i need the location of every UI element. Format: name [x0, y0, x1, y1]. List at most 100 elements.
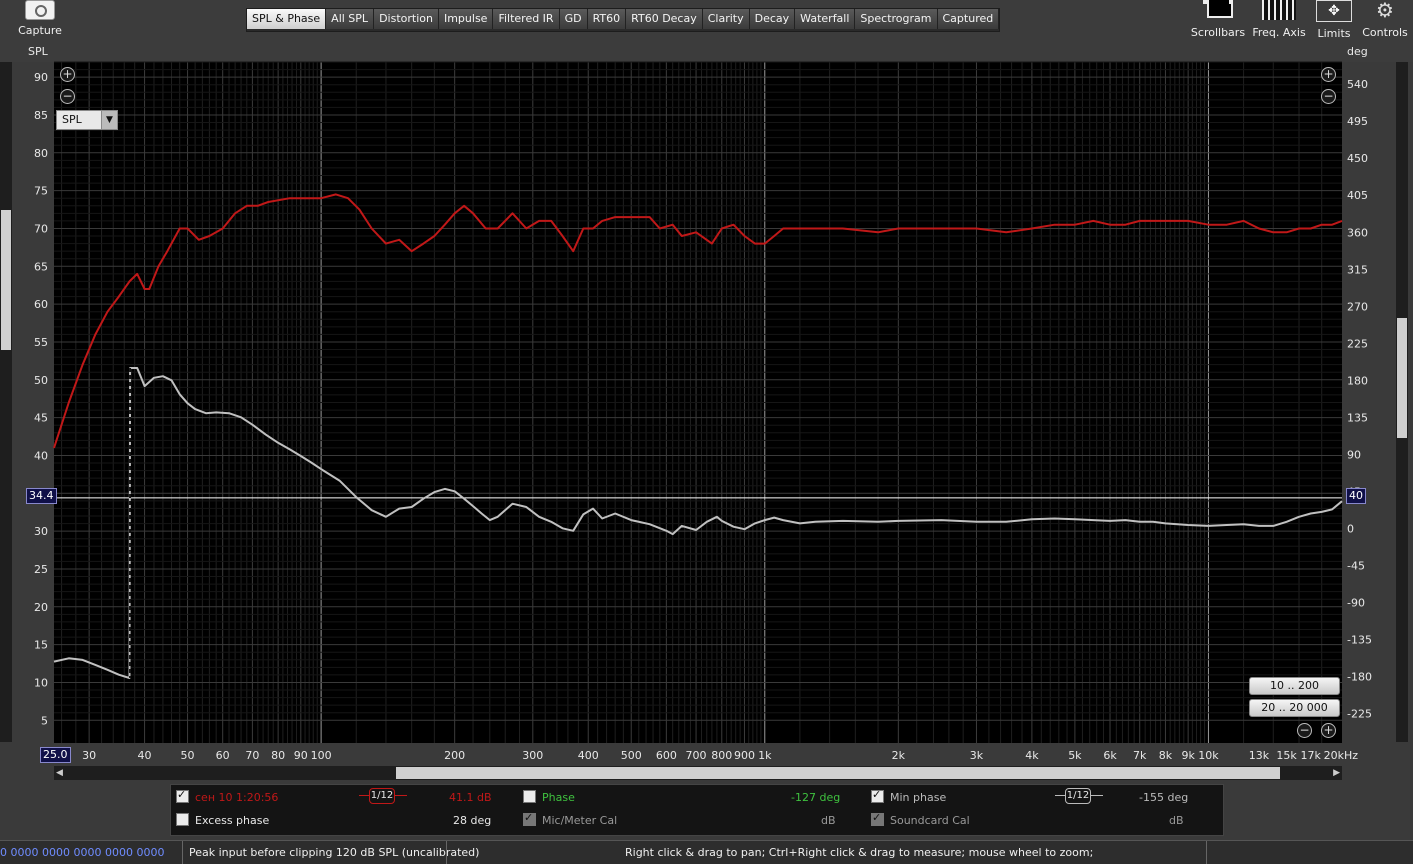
x-tick-label: 600	[656, 749, 677, 762]
y-tick-label-right: 360	[1347, 226, 1368, 239]
x-tick-label: 60	[216, 749, 230, 762]
scroll-right-arrow-icon[interactable]: ▶	[1333, 766, 1340, 780]
cursor-value-right: 40	[1346, 488, 1366, 504]
status-divider	[1206, 841, 1207, 864]
y-tick-label-left: 40	[34, 449, 48, 462]
y-tick-label-right: -225	[1347, 707, 1372, 720]
zoom-out-left-icon[interactable]: −	[60, 89, 75, 104]
y-tick-label-left: 45	[34, 412, 48, 425]
excess-phase-value: 28 deg	[453, 814, 492, 827]
phase-label[interactable]: Phase	[542, 791, 575, 804]
status-bar: 0 0000 0000 0000 0000 0000 Peak input be…	[0, 840, 1413, 864]
y-tick-label-right: 90	[1347, 448, 1361, 461]
min-phase-value: -155 deg	[1139, 791, 1189, 804]
x-tick-label: 6k	[1103, 749, 1117, 762]
soundcard-cal-label[interactable]: Soundcard Cal	[890, 814, 970, 827]
mic-cal-unit: dB	[821, 814, 836, 827]
y-tick-label-left: 25	[34, 563, 48, 576]
y-tick-label-left: 70	[34, 222, 48, 235]
zoom-out-right-icon[interactable]: −	[1321, 89, 1336, 104]
x-tick-label: 3k	[970, 749, 984, 762]
x-tick-label: 17k	[1300, 749, 1321, 762]
mouse-hint: Right click & drag to pan; Ctrl+Right cl…	[625, 846, 1094, 859]
horizontal-scroll-thumb[interactable]	[396, 767, 1280, 779]
x-tick-label: 300	[522, 749, 543, 762]
y-tick-label-right: 135	[1347, 411, 1368, 424]
y-tick-label-right: 225	[1347, 337, 1368, 350]
y-tick-label-right: -135	[1347, 633, 1372, 646]
y-tick-label-right: -180	[1347, 670, 1372, 683]
y-tick-label-left: 5	[41, 714, 48, 727]
mic-cal-label[interactable]: Mic/Meter Cal	[542, 814, 617, 827]
zoom-in-left-icon[interactable]: +	[60, 67, 75, 82]
trace1-checkbox[interactable]	[176, 788, 189, 803]
curve-selector-value: SPL	[62, 113, 82, 126]
y-tick-label-left: 80	[34, 147, 48, 160]
x-tick-label: 50	[181, 749, 195, 762]
status-divider	[182, 841, 183, 864]
y-tick-label-right: 180	[1347, 374, 1368, 387]
y-tick-label-right: 540	[1347, 78, 1368, 91]
soundcard-cal-checkbox[interactable]	[871, 811, 884, 826]
peak-input-status: Peak input before clipping 120 dB SPL (u…	[189, 846, 480, 859]
y-tick-label-left: 65	[34, 260, 48, 273]
y-tick-label-right: 270	[1347, 300, 1368, 313]
x-tick-label: 4k	[1025, 749, 1039, 762]
smoothing-2-value: 1/12	[1065, 788, 1091, 804]
x-tick-label: 10k	[1198, 749, 1219, 762]
x-tick-label: 40	[138, 749, 152, 762]
smoothing-selector-1[interactable]: 1/12	[359, 788, 407, 804]
x-tick-label: 9k	[1181, 749, 1195, 762]
y-tick-label-left: 90	[34, 71, 48, 84]
x-tick-label: 7k	[1133, 749, 1147, 762]
x-tick-label: 400	[578, 749, 599, 762]
x-tick-label: 30	[82, 749, 96, 762]
smoothing-selector-2[interactable]: 1/12	[1055, 788, 1103, 804]
x-tick-label: 1k	[758, 749, 772, 762]
x-tick-label: 500	[621, 749, 642, 762]
x-tick-label: 13k	[1249, 749, 1270, 762]
y-tick-label-right: 450	[1347, 152, 1368, 165]
phase-checkbox[interactable]	[523, 790, 536, 803]
y-tick-label-left: 50	[34, 374, 48, 387]
y-tick-label-left: 85	[34, 109, 48, 122]
x-tick-label: 90	[294, 749, 308, 762]
x-ticks: 30 40 50 60 70 80 90 100 200 300 400 500 600 700 800 90…	[82, 749, 1358, 762]
y-tick-label-left: 55	[34, 336, 48, 349]
smoothing-1-value: 1/12	[369, 788, 395, 804]
y-tick-label-right: 405	[1347, 189, 1368, 202]
y-tick-label-left: 10	[34, 676, 48, 689]
x-tick-label: 15k	[1276, 749, 1297, 762]
x-tick-label: 700	[686, 749, 707, 762]
x-tick-label: 900	[734, 749, 755, 762]
excess-phase-checkbox[interactable]	[176, 813, 189, 826]
curve-selector[interactable]: SPL ▼	[56, 110, 118, 130]
spl-phase-chart[interactable]: 51015202530354045505560657075808590 -225…	[0, 0, 1413, 863]
scroll-left-arrow-icon[interactable]: ◀	[56, 766, 63, 780]
zoom-in-right-icon[interactable]: +	[1321, 67, 1336, 82]
trace1-name[interactable]: сен 10 1:20:56	[195, 791, 278, 804]
excess-phase-label[interactable]: Excess phase	[195, 814, 269, 827]
zoom-out-x-icon[interactable]: −	[1297, 723, 1312, 738]
zoom-in-x-icon[interactable]: +	[1321, 723, 1336, 738]
y-tick-label-right: -45	[1347, 559, 1365, 572]
min-phase-checkbox[interactable]	[871, 788, 884, 803]
range-button-20-20000[interactable]: 20 .. 20 000	[1249, 699, 1340, 717]
range-button-10-200[interactable]: 10 .. 200	[1249, 677, 1340, 695]
x-tick-label: 70	[245, 749, 259, 762]
input-level-counters: 0 0000 0000 0000 0000 0000	[0, 846, 165, 859]
x-tick-label: 800	[711, 749, 732, 762]
phase-value: -127 deg	[791, 791, 841, 804]
x-tick-label: 80	[271, 749, 285, 762]
y-tick-label-left: 20	[34, 601, 48, 614]
y-tick-label-left: 60	[34, 298, 48, 311]
x-tick-label: 200	[444, 749, 465, 762]
min-phase-label[interactable]: Min phase	[890, 791, 946, 804]
mic-cal-checkbox[interactable]	[523, 811, 536, 826]
trace1-value: 41.1 dB	[449, 791, 492, 804]
x-tick-label: 5k	[1068, 749, 1082, 762]
x-tick-label: 20kHz	[1324, 749, 1359, 762]
y-ticks-left: 51015202530354045505560657075808590	[34, 71, 48, 727]
horizontal-scrollbar[interactable]: ◀ ▶	[54, 766, 1342, 780]
legend-panel: сен 10 1:20:56 1/12 41.1 dB Phase -127 d…	[170, 784, 1224, 836]
